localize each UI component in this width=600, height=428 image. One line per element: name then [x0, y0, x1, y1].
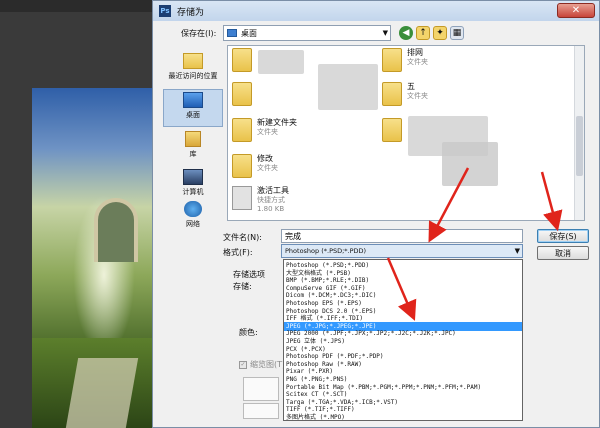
- place-label: 网络: [186, 220, 200, 228]
- format-option[interactable]: 多图片格式 (*.MPO): [284, 413, 522, 420]
- file-list[interactable]: 新建文件夹 文件夹 修改 文件夹 激活工具 快捷方式 1.80 KB 排网 文件…: [227, 45, 585, 221]
- folder-icon: [232, 48, 252, 72]
- thumbnail-checkbox[interactable]: ✓ 缩览图(T): [239, 359, 285, 370]
- folder-icon: [382, 82, 402, 106]
- save-in-label: 保存在(I):: [181, 29, 217, 38]
- file-name: 排网: [407, 48, 423, 57]
- folder-icon: [232, 154, 252, 178]
- dialog-title: 存储为: [177, 7, 205, 18]
- places-bar: 最近访问的位置 桌面 库 计算机 网络: [163, 49, 223, 233]
- format-label: 格式(F):: [223, 248, 253, 257]
- list-item[interactable]: 五 文件夹: [382, 82, 532, 112]
- folder-icon: [232, 118, 252, 142]
- save-in-value: 桌面: [241, 28, 257, 38]
- file-type: 文件夹: [407, 58, 428, 66]
- back-icon[interactable]: ◀: [399, 26, 413, 40]
- file-type: 快捷方式: [257, 196, 285, 204]
- view-menu-icon[interactable]: ▦: [450, 26, 464, 40]
- close-button[interactable]: ✕: [557, 3, 595, 18]
- nav-toolbar: ◀ ↑ ✦ ▦: [399, 26, 464, 40]
- chevron-down-icon: ▼: [514, 247, 520, 255]
- file-name: 五: [407, 82, 415, 91]
- dialog-titlebar[interactable]: Ps 存储为 ✕: [153, 1, 599, 21]
- blurred-region: [258, 50, 304, 74]
- blurred-region: [318, 64, 378, 110]
- desktop-icon: [227, 29, 237, 37]
- photo-arch: [94, 198, 138, 262]
- place-label: 计算机: [182, 188, 204, 196]
- format-dropdown-list[interactable]: Photoshop (*.PSD;*.PDD) 大型文档格式 (*.PSB) BMP…: [283, 259, 523, 421]
- folder-icon: [382, 118, 402, 142]
- thumbnail-label: 缩览图(T): [250, 360, 286, 369]
- save-options-label: 存储选项: [233, 270, 265, 279]
- filename-input[interactable]: [281, 229, 523, 243]
- network-icon: [184, 201, 202, 217]
- file-type: 文件夹: [257, 164, 278, 172]
- list-item[interactable]: 排网 文件夹: [382, 48, 532, 78]
- recent-places-icon: [183, 53, 203, 69]
- color-label: 颜色:: [239, 328, 258, 337]
- photo-path: [65, 358, 139, 428]
- place-label: 库: [189, 150, 197, 158]
- save-options-group: 存储选项 存储:: [233, 269, 281, 293]
- file-type: 文件夹: [407, 92, 428, 100]
- place-label: 桌面: [186, 111, 200, 119]
- checkbox-box[interactable]: ✓: [239, 360, 247, 369]
- chevron-down-icon: ▼: [382, 29, 388, 37]
- options-field: [243, 377, 279, 401]
- photoshop-logo-icon: Ps: [159, 5, 171, 17]
- up-folder-icon[interactable]: ↑: [416, 26, 430, 40]
- blurred-region: [442, 142, 498, 186]
- save-label: 存储:: [233, 282, 252, 291]
- file-name: 修改: [257, 154, 273, 163]
- file-list-scrollbar[interactable]: [574, 46, 584, 220]
- scrollbar-thumb[interactable]: [576, 116, 583, 176]
- folder-icon: [382, 48, 402, 72]
- list-item[interactable]: 激活工具 快捷方式 1.80 KB: [232, 186, 382, 220]
- desktop-icon: [183, 92, 203, 108]
- list-item[interactable]: 修改 文件夹: [232, 154, 382, 184]
- list-item[interactable]: 新建文件夹 文件夹: [232, 118, 382, 148]
- save-button[interactable]: 保存(S): [537, 229, 589, 243]
- place-label: 最近访问的位置: [168, 72, 218, 80]
- file-name: 新建文件夹: [257, 118, 297, 127]
- folder-icon: [232, 82, 252, 106]
- filename-label: 文件名(N):: [223, 233, 262, 242]
- file-type: 文件夹: [257, 128, 278, 136]
- format-select[interactable]: Photoshop (*.PSD;*.PDD) ▼: [281, 244, 523, 258]
- place-libraries[interactable]: 库: [163, 129, 223, 167]
- computer-icon: [183, 169, 203, 185]
- format-select-value: Photoshop (*.PSD;*.PDD): [285, 247, 367, 255]
- shortcut-icon: [232, 186, 252, 210]
- file-size: 1.80 KB: [257, 205, 285, 213]
- canvas-photo: [32, 88, 152, 428]
- place-desktop[interactable]: 桌面: [163, 89, 223, 127]
- cancel-button[interactable]: 取消: [537, 246, 589, 260]
- libraries-icon: [185, 131, 201, 147]
- place-network[interactable]: 网络: [163, 199, 223, 237]
- new-folder-icon[interactable]: ✦: [433, 26, 447, 40]
- save-as-dialog: Ps 存储为 ✕ 保存在(I): 桌面 ▼ ◀ ↑ ✦ ▦ 最近访问的位置 桌面…: [152, 0, 600, 428]
- options-field: [243, 403, 279, 419]
- place-recent[interactable]: 最近访问的位置: [163, 51, 223, 89]
- file-name: 激活工具: [257, 186, 289, 195]
- save-in-combo[interactable]: 桌面 ▼: [223, 25, 391, 41]
